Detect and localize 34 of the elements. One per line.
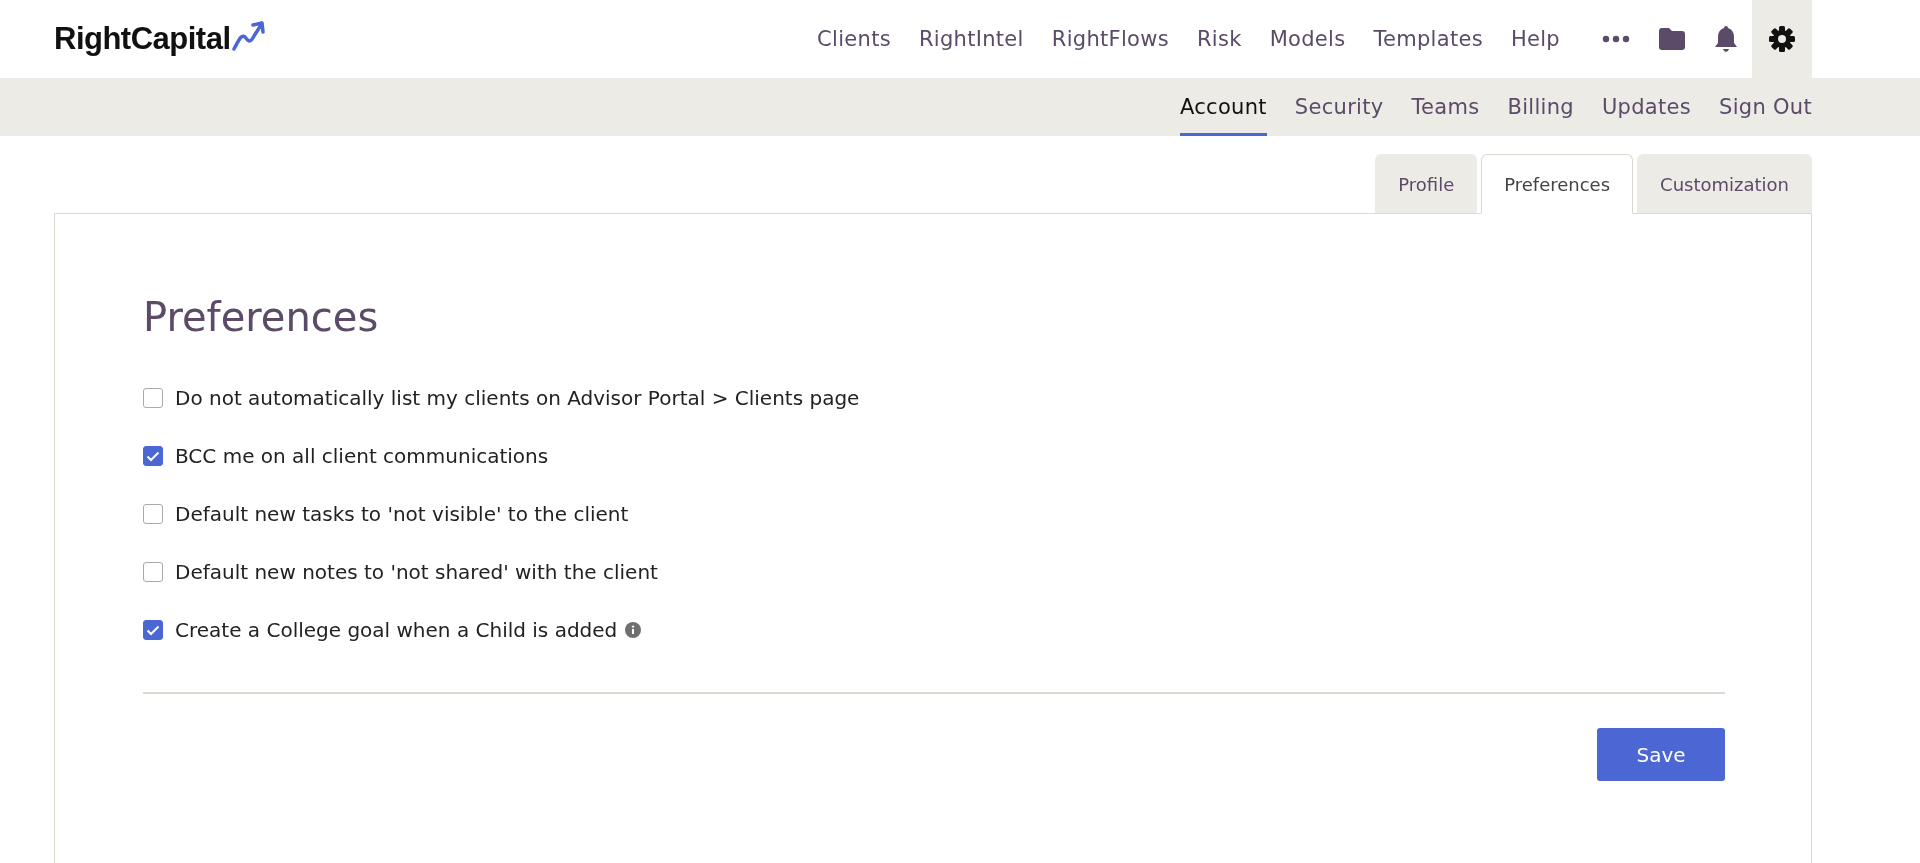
- tab[interactable]: Preferences: [1481, 154, 1634, 214]
- option-label: BCC me on all client communications: [175, 444, 549, 468]
- tab[interactable]: Profile: [1375, 154, 1478, 214]
- checkbox[interactable]: [143, 504, 163, 524]
- option-label: Default new notes to 'not shared' with the client: [175, 560, 658, 584]
- nav-link[interactable]: Risk: [1196, 27, 1242, 51]
- option-label: Default new tasks to 'not visible' to the client: [175, 502, 629, 526]
- checkmark-icon: [146, 624, 160, 636]
- info-icon[interactable]: [625, 622, 642, 638]
- option-label: Create a College goal when a Child is added: [175, 618, 618, 642]
- checkbox[interactable]: [143, 562, 163, 582]
- settings-icon[interactable]: [1752, 0, 1812, 78]
- nav-link[interactable]: Help: [1510, 27, 1560, 51]
- nav-link[interactable]: RightFlows: [1051, 27, 1169, 51]
- account-nav-link[interactable]: Sign Out: [1719, 78, 1812, 136]
- nav-link[interactable]: Templates: [1373, 27, 1483, 51]
- checkmark-icon: [146, 450, 160, 462]
- account-nav-link[interactable]: Security: [1294, 78, 1384, 136]
- section-heading: Preferences: [143, 294, 380, 340]
- account-nav-link[interactable]: Updates: [1601, 78, 1692, 136]
- option-label: Do not automatically list my clients on Advisor Portal > Clients page: [175, 386, 860, 410]
- trend-arrow-icon: [230, 20, 267, 52]
- nav-link[interactable]: Clients: [817, 27, 891, 51]
- account-nav-link[interactable]: Account: [1179, 78, 1267, 136]
- account-nav-link[interactable]: Billing: [1507, 78, 1574, 136]
- nav-link[interactable]: Models: [1269, 27, 1346, 51]
- nav-link[interactable]: RightIntel: [918, 27, 1024, 51]
- tab[interactable]: Customization: [1637, 154, 1812, 214]
- save-button[interactable]: Save: [1597, 728, 1725, 781]
- checkbox[interactable]: [143, 388, 163, 408]
- logo-wordmark: RightCapital: [54, 21, 231, 57]
- checkbox[interactable]: [143, 446, 163, 466]
- checkbox[interactable]: [143, 620, 163, 640]
- account-nav-link[interactable]: Teams: [1411, 78, 1480, 136]
